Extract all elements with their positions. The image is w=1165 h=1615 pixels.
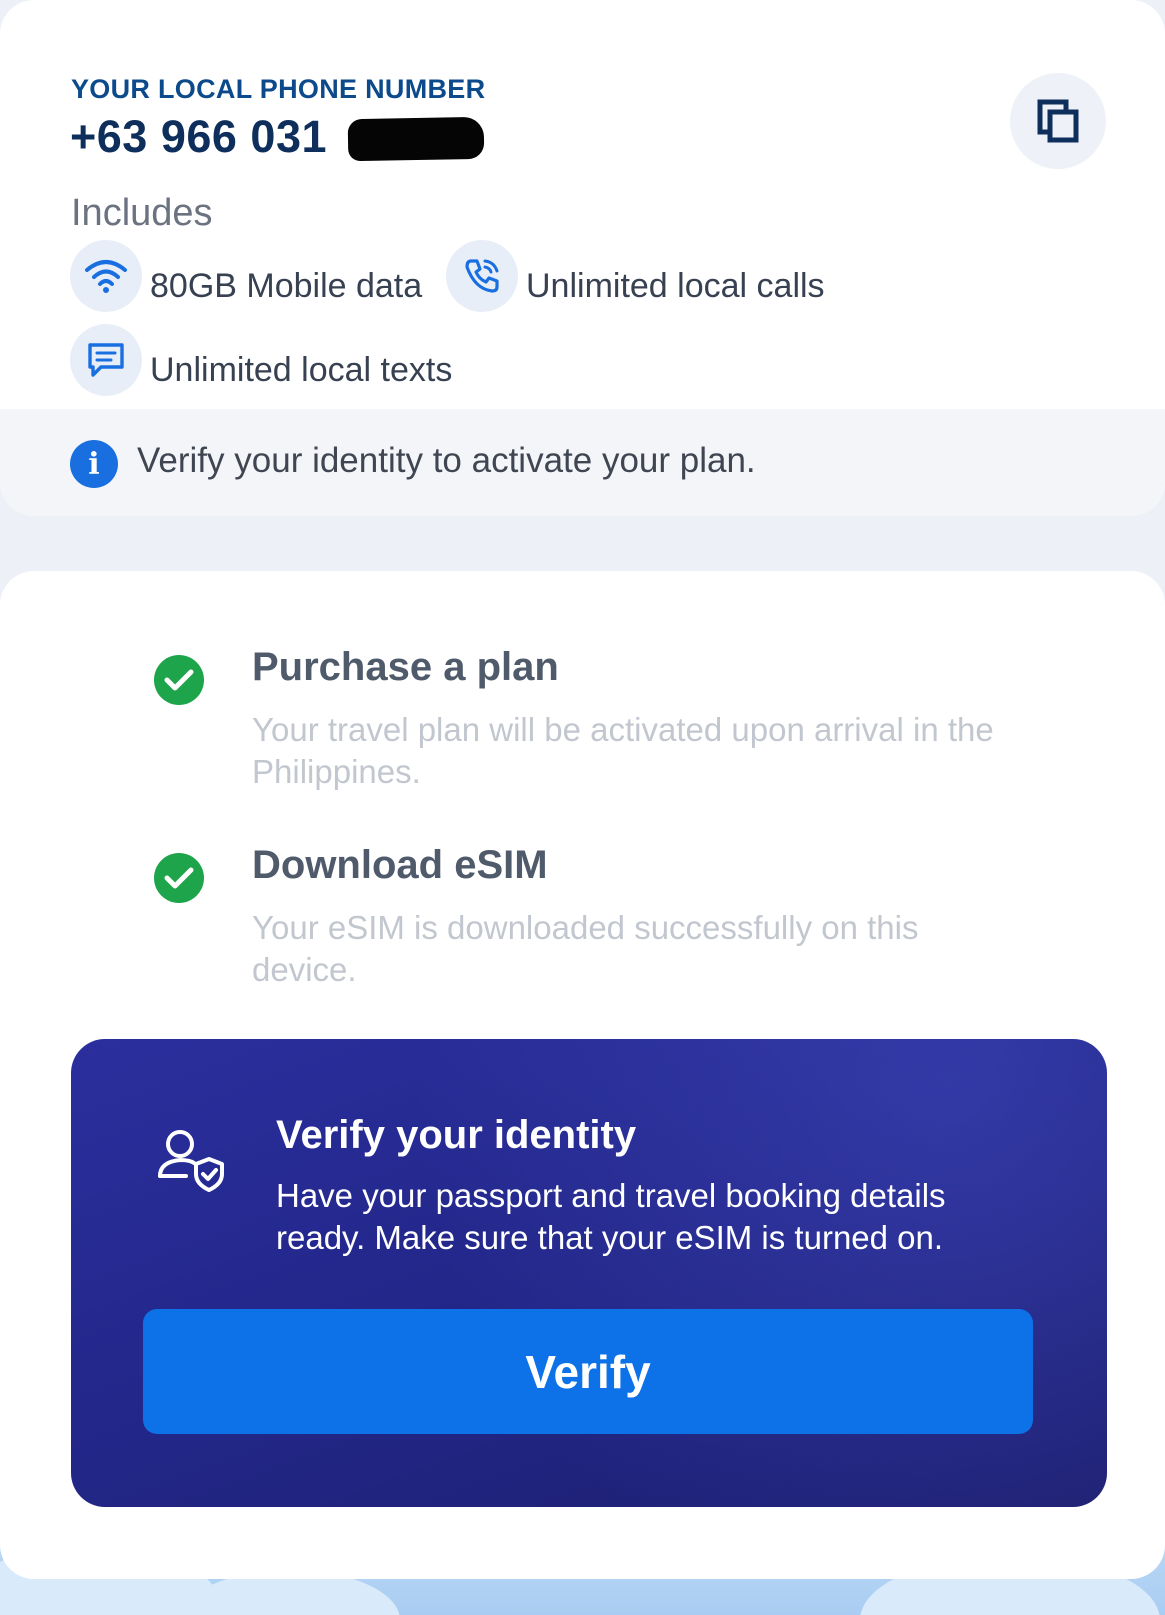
feature-label: Unlimited local texts xyxy=(150,350,453,389)
phone-number-label: YOUR LOCAL PHONE NUMBER xyxy=(71,74,486,104)
copy-icon xyxy=(1037,99,1079,143)
info-icon: i xyxy=(70,440,118,488)
copy-number-button[interactable] xyxy=(1010,73,1106,169)
phone-call-icon xyxy=(446,240,518,312)
plan-card: YOUR LOCAL PHONE NUMBER +63 966 031 Incl… xyxy=(0,0,1165,516)
check-circle-icon xyxy=(154,655,204,705)
step-title: Download eSIM xyxy=(252,843,548,887)
message-icon xyxy=(70,324,142,396)
feature-mobile-data: 80GB Mobile data xyxy=(70,240,422,312)
feature-label: 80GB Mobile data xyxy=(150,266,423,305)
includes-heading: Includes xyxy=(71,192,213,234)
activation-notice-text: Verify your identity to activate your pl… xyxy=(137,441,756,480)
step-description: Your travel plan will be activated upon … xyxy=(252,711,994,790)
wifi-icon xyxy=(70,240,142,312)
verify-button[interactable]: Verify xyxy=(143,1309,1033,1434)
verify-identity-banner: Verify your identity Have your passport … xyxy=(71,1039,1107,1507)
check-circle-icon xyxy=(154,853,204,903)
step-description: Your eSIM is downloaded successfully on … xyxy=(252,909,919,988)
verify-title: Verify your identity xyxy=(276,1113,637,1157)
step-title: Purchase a plan xyxy=(252,645,559,689)
feature-local-texts: Unlimited local texts xyxy=(70,324,452,396)
feature-label: Unlimited local calls xyxy=(526,266,825,305)
feature-local-calls: Unlimited local calls xyxy=(446,240,825,312)
redaction-mark xyxy=(347,116,485,162)
verify-description: Have your passport and travel booking de… xyxy=(276,1177,946,1256)
user-shield-icon xyxy=(158,1130,224,1192)
phone-number: +63 966 031 xyxy=(70,111,327,162)
